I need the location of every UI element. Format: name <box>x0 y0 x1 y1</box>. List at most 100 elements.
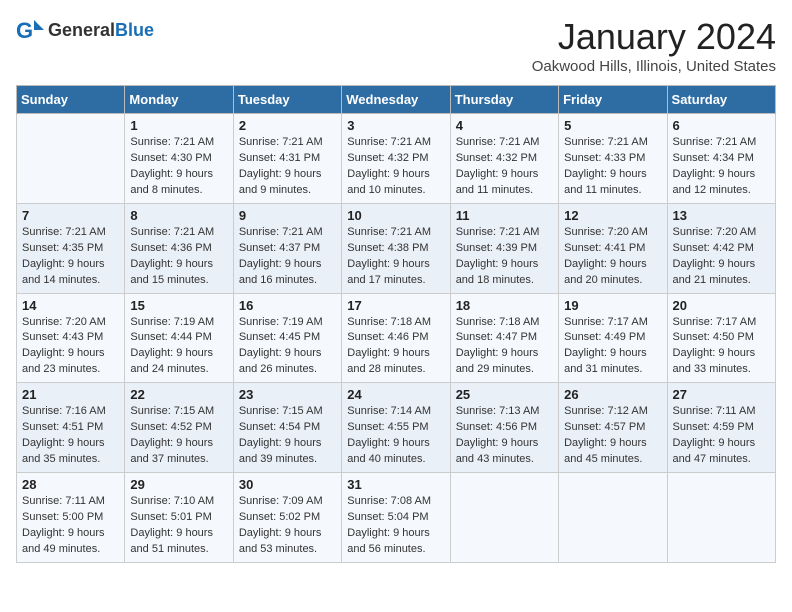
day-number: 8 <box>130 208 227 223</box>
day-info: Sunrise: 7:17 AM Sunset: 4:50 PM Dayligh… <box>673 315 770 379</box>
day-info: Sunrise: 7:10 AM Sunset: 5:01 PM Dayligh… <box>130 494 227 558</box>
day-number: 12 <box>564 208 661 223</box>
day-info: Sunrise: 7:18 AM Sunset: 4:46 PM Dayligh… <box>347 315 444 379</box>
calendar-cell: 20 Sunrise: 7:17 AM Sunset: 4:50 PM Dayli… <box>667 293 775 383</box>
calendar-cell <box>559 473 667 563</box>
day-info: Sunrise: 7:19 AM Sunset: 4:45 PM Dayligh… <box>239 315 336 379</box>
calendar-cell: 25 Sunrise: 7:13 AM Sunset: 4:56 PM Dayli… <box>450 383 558 473</box>
calendar-table: SundayMondayTuesdayWednesdayThursdayFrid… <box>16 85 776 563</box>
calendar-cell <box>17 114 125 204</box>
calendar-cell: 29 Sunrise: 7:10 AM Sunset: 5:01 PM Dayli… <box>125 473 233 563</box>
day-info: Sunrise: 7:21 AM Sunset: 4:37 PM Dayligh… <box>239 225 336 289</box>
header-friday: Friday <box>559 86 667 114</box>
day-number: 2 <box>239 118 336 133</box>
header-tuesday: Tuesday <box>233 86 341 114</box>
day-number: 23 <box>239 387 336 402</box>
calendar-cell: 30 Sunrise: 7:09 AM Sunset: 5:02 PM Dayli… <box>233 473 341 563</box>
header-saturday: Saturday <box>667 86 775 114</box>
calendar-cell: 15Sunrise: 7:19 AM Sunset: 4:44 PM Dayli… <box>125 293 233 383</box>
day-info: Sunrise: 7:21 AM Sunset: 4:32 PM Dayligh… <box>347 135 444 199</box>
calendar-week-row: 28 Sunrise: 7:11 AM Sunset: 5:00 PM Dayli… <box>17 473 776 563</box>
calendar-cell: 7Sunrise: 7:21 AM Sunset: 4:35 PM Daylig… <box>17 203 125 293</box>
month-title: January 2024 <box>532 16 776 58</box>
day-info: Sunrise: 7:15 AM Sunset: 4:52 PM Dayligh… <box>130 404 227 468</box>
day-info: Sunrise: 7:11 AM Sunset: 4:59 PM Dayligh… <box>673 404 770 468</box>
day-info: Sunrise: 7:21 AM Sunset: 4:38 PM Dayligh… <box>347 225 444 289</box>
day-info: Sunrise: 7:12 AM Sunset: 4:57 PM Dayligh… <box>564 404 661 468</box>
calendar-cell <box>667 473 775 563</box>
calendar-week-row: 21 Sunrise: 7:16 AM Sunset: 4:51 PM Dayli… <box>17 383 776 473</box>
day-info: Sunrise: 7:14 AM Sunset: 4:55 PM Dayligh… <box>347 404 444 468</box>
day-number: 13 <box>673 208 770 223</box>
day-info: Sunrise: 7:21 AM Sunset: 4:33 PM Dayligh… <box>564 135 661 199</box>
day-info: Sunrise: 7:16 AM Sunset: 4:51 PM Dayligh… <box>22 404 119 468</box>
day-number: 26 <box>564 387 661 402</box>
calendar-cell: 9 Sunrise: 7:21 AM Sunset: 4:37 PM Daylig… <box>233 203 341 293</box>
day-number: 29 <box>130 477 227 492</box>
day-number: 25 <box>456 387 553 402</box>
day-number: 21 <box>22 387 119 402</box>
day-number: 24 <box>347 387 444 402</box>
logo-blue-text: Blue <box>115 20 154 40</box>
day-number: 16 <box>239 298 336 313</box>
calendar-cell: 12 Sunrise: 7:20 AM Sunset: 4:41 PM Dayli… <box>559 203 667 293</box>
day-number: 7 <box>22 208 119 223</box>
day-info: Sunrise: 7:11 AM Sunset: 5:00 PM Dayligh… <box>22 494 119 558</box>
day-number: 17 <box>347 298 444 313</box>
day-info: Sunrise: 7:17 AM Sunset: 4:49 PM Dayligh… <box>564 315 661 379</box>
day-number: 30 <box>239 477 336 492</box>
calendar-cell: 24 Sunrise: 7:14 AM Sunset: 4:55 PM Dayli… <box>342 383 450 473</box>
header-wednesday: Wednesday <box>342 86 450 114</box>
day-number: 10 <box>347 208 444 223</box>
day-info: Sunrise: 7:15 AM Sunset: 4:54 PM Dayligh… <box>239 404 336 468</box>
calendar-cell: 22 Sunrise: 7:15 AM Sunset: 4:52 PM Dayli… <box>125 383 233 473</box>
day-number: 4 <box>456 118 553 133</box>
calendar-cell: 27 Sunrise: 7:11 AM Sunset: 4:59 PM Dayli… <box>667 383 775 473</box>
calendar-week-row: 7Sunrise: 7:21 AM Sunset: 4:35 PM Daylig… <box>17 203 776 293</box>
calendar-cell: 28 Sunrise: 7:11 AM Sunset: 5:00 PM Dayli… <box>17 473 125 563</box>
day-info: Sunrise: 7:13 AM Sunset: 4:56 PM Dayligh… <box>456 404 553 468</box>
day-info: Sunrise: 7:20 AM Sunset: 4:41 PM Dayligh… <box>564 225 661 289</box>
day-info: Sunrise: 7:09 AM Sunset: 5:02 PM Dayligh… <box>239 494 336 558</box>
day-number: 31 <box>347 477 444 492</box>
calendar-cell: 13Sunrise: 7:20 AM Sunset: 4:42 PM Dayli… <box>667 203 775 293</box>
location-title: Oakwood Hills, Illinois, United States <box>532 58 776 75</box>
day-number: 22 <box>130 387 227 402</box>
calendar-cell: 6 Sunrise: 7:21 AM Sunset: 4:34 PM Daylig… <box>667 114 775 204</box>
logo-icon: G <box>16 16 44 44</box>
day-info: Sunrise: 7:21 AM Sunset: 4:34 PM Dayligh… <box>673 135 770 199</box>
calendar-cell: 5Sunrise: 7:21 AM Sunset: 4:33 PM Daylig… <box>559 114 667 204</box>
calendar-cell: 19 Sunrise: 7:17 AM Sunset: 4:49 PM Dayli… <box>559 293 667 383</box>
day-info: Sunrise: 7:20 AM Sunset: 4:43 PM Dayligh… <box>22 315 119 379</box>
day-info: Sunrise: 7:08 AM Sunset: 5:04 PM Dayligh… <box>347 494 444 558</box>
day-number: 27 <box>673 387 770 402</box>
calendar-cell: 11Sunrise: 7:21 AM Sunset: 4:39 PM Dayli… <box>450 203 558 293</box>
calendar-cell: 14 Sunrise: 7:20 AM Sunset: 4:43 PM Dayli… <box>17 293 125 383</box>
day-number: 1 <box>130 118 227 133</box>
day-number: 18 <box>456 298 553 313</box>
day-number: 15 <box>130 298 227 313</box>
day-number: 19 <box>564 298 661 313</box>
calendar-week-row: 1Sunrise: 7:21 AM Sunset: 4:30 PM Daylig… <box>17 114 776 204</box>
header-thursday: Thursday <box>450 86 558 114</box>
day-info: Sunrise: 7:21 AM Sunset: 4:31 PM Dayligh… <box>239 135 336 199</box>
calendar-cell: 1Sunrise: 7:21 AM Sunset: 4:30 PM Daylig… <box>125 114 233 204</box>
day-number: 14 <box>22 298 119 313</box>
day-number: 20 <box>673 298 770 313</box>
day-info: Sunrise: 7:21 AM Sunset: 4:32 PM Dayligh… <box>456 135 553 199</box>
logo: G GeneralBlue <box>16 16 154 44</box>
day-number: 6 <box>673 118 770 133</box>
day-number: 9 <box>239 208 336 223</box>
calendar-week-row: 14 Sunrise: 7:20 AM Sunset: 4:43 PM Dayli… <box>17 293 776 383</box>
calendar-cell: 2 Sunrise: 7:21 AM Sunset: 4:31 PM Daylig… <box>233 114 341 204</box>
header-sunday: Sunday <box>17 86 125 114</box>
day-number: 28 <box>22 477 119 492</box>
day-info: Sunrise: 7:21 AM Sunset: 4:36 PM Dayligh… <box>130 225 227 289</box>
calendar-cell: 26 Sunrise: 7:12 AM Sunset: 4:57 PM Dayli… <box>559 383 667 473</box>
calendar-header-row: SundayMondayTuesdayWednesdayThursdayFrid… <box>17 86 776 114</box>
calendar-cell: 10 Sunrise: 7:21 AM Sunset: 4:38 PM Dayli… <box>342 203 450 293</box>
page-header: G GeneralBlue January 2024 Oakwood Hills… <box>16 16 776 75</box>
calendar-cell: 31 Sunrise: 7:08 AM Sunset: 5:04 PM Dayli… <box>342 473 450 563</box>
calendar-cell: 3Sunrise: 7:21 AM Sunset: 4:32 PM Daylig… <box>342 114 450 204</box>
day-info: Sunrise: 7:21 AM Sunset: 4:39 PM Dayligh… <box>456 225 553 289</box>
